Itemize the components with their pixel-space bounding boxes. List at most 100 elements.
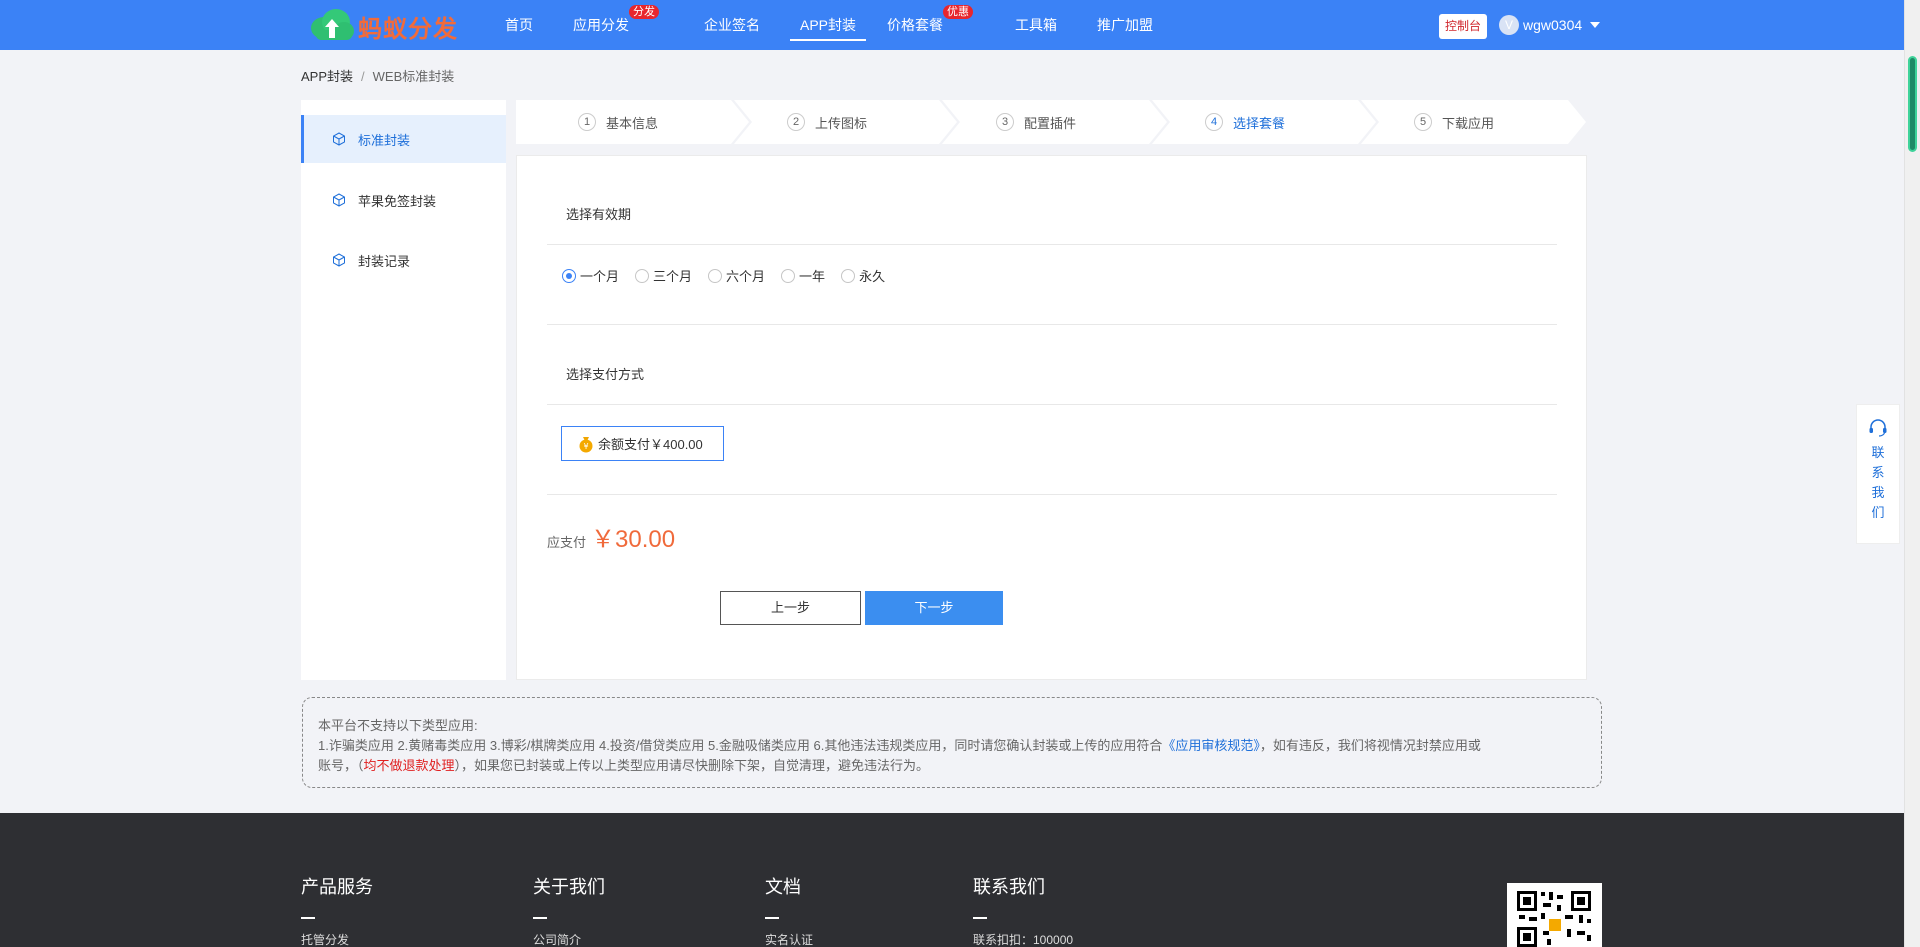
footer-col-docs: 文档 实名认证	[765, 873, 813, 947]
radio-dot	[841, 268, 856, 283]
step-label: 配置插件	[1024, 115, 1077, 131]
footer-col-title: 文档	[765, 877, 801, 897]
balance-payment-label: 余额支付￥400.00	[598, 437, 703, 452]
step-number: 4	[1205, 113, 1223, 131]
notice-text: ，如有违反，我们将视情况封禁应用或	[1259, 738, 1481, 753]
cloud-upload-logo-icon	[311, 9, 354, 40]
footer-link[interactable]: 公司简介	[533, 931, 605, 947]
radio-dot	[781, 268, 796, 283]
footer-divider	[765, 917, 779, 919]
breadcrumb-current: WEB标准封装	[372, 69, 455, 84]
radio-three-months[interactable]: 三个月	[635, 266, 692, 285]
payment-title: 选择支付方式	[566, 367, 645, 382]
nav-enterprise-sign[interactable]: 企业签名	[704, 0, 760, 50]
nav-app-package-label: APP封装	[800, 17, 857, 33]
step-download-app: 5 下载应用	[1414, 100, 1495, 144]
footer: 产品服务 托管分发 关于我们 公司简介 文档 实名认证 联系我们 联系扣扣：10…	[0, 813, 1904, 947]
contact-us-label: 联系我们	[1871, 445, 1885, 520]
nav-home-label: 首页	[505, 17, 533, 33]
sidebar: 标准封装 苹果免签封装 封装记录	[301, 100, 506, 680]
breadcrumb-root[interactable]: APP封装	[301, 69, 353, 84]
review-guidelines-link[interactable]: 《应用审核规范》	[1162, 738, 1260, 753]
notice-text: ），如果您已封装或上传以上类型应用请尽快删除下架，自觉清理，避免违法行为。	[454, 758, 930, 773]
amount-due: 应支付 ￥30.00	[547, 519, 675, 554]
nav-home[interactable]: 首页	[505, 0, 533, 50]
divider	[547, 324, 1557, 325]
radio-label: 永久	[859, 269, 886, 284]
notice-line-3: 账号，（均不做退款处理），如果您已封装或上传以上类型应用请尽快删除下架，自觉清理…	[318, 756, 1586, 776]
radio-one-month[interactable]: 一个月	[562, 266, 619, 285]
top-navbar: 蚂蚁分发 首页 应用分发 分发 企业签名 APP封装 价格套餐 优惠 工具箱 推广加…	[0, 0, 1904, 50]
console-button[interactable]: 控制台	[1439, 14, 1488, 39]
notice-line-2: 1.诈骗类应用 2.黄赌毒类应用 3.博彩/棋牌类应用 4.投资/借贷类应用 5…	[318, 736, 1586, 756]
qr-code	[1507, 883, 1602, 947]
radio-dot	[635, 268, 650, 283]
radio-label: 六个月	[726, 269, 766, 284]
footer-divider	[301, 917, 315, 919]
main-nav: 首页 应用分发 分发 企业签名 APP封装 价格套餐 优惠 工具箱 推广加盟	[505, 0, 1153, 50]
nav-app-package[interactable]: APP封装	[789, 0, 867, 50]
logo-text: 蚂蚁分发	[358, 15, 458, 43]
sidebar-item-label: 苹果免签封装	[358, 193, 437, 209]
page-scrollbar[interactable]	[1904, 0, 1920, 947]
nav-toolbox-label: 工具箱	[1015, 17, 1058, 33]
cube-icon	[333, 132, 345, 146]
radio-label: 一年	[799, 269, 826, 284]
radio-permanent[interactable]: 永久	[841, 266, 885, 285]
notice-text: 账号，（	[318, 758, 364, 773]
no-refund-warning: 均不做退款处理	[363, 758, 455, 773]
sidebar-item-label: 标准封装	[358, 132, 411, 148]
step-label: 基本信息	[606, 115, 659, 131]
prev-step-button[interactable]: 上一步	[720, 591, 861, 625]
footer-divider	[973, 917, 987, 919]
policy-notice: 本平台不支持以下类型应用: 1.诈骗类应用 2.黄赌毒类应用 3.博彩/棋牌类应…	[302, 697, 1602, 788]
footer-col-about: 关于我们 公司简介	[533, 873, 605, 947]
nav-pricing-label: 价格套餐	[887, 17, 944, 33]
radio-label: 一个月	[580, 269, 620, 284]
logo[interactable]: 蚂蚁分发	[308, 6, 458, 46]
nav-promotion[interactable]: 推广加盟	[1097, 0, 1153, 50]
divider	[547, 404, 1557, 405]
breadcrumb: APP封装 / WEB标准封装	[301, 66, 454, 85]
radio-one-year[interactable]: 一年	[781, 266, 825, 285]
amount-due-label: 应支付	[547, 535, 587, 550]
divider	[547, 244, 1557, 245]
step-number: 3	[996, 113, 1014, 131]
headset-icon	[1869, 419, 1887, 437]
plan-panel: 选择有效期 一个月 三个月 六个月 一年 永久 选择支付方式 ¥ 余额支付￥40…	[516, 155, 1587, 680]
step-label: 选择套餐	[1233, 115, 1286, 131]
nav-app-distribution[interactable]: 应用分发 分发	[573, 0, 659, 50]
user-menu[interactable]: V wgw0304	[1499, 15, 1601, 35]
breadcrumb-separator: /	[361, 69, 365, 84]
radio-label: 三个月	[653, 269, 693, 284]
nav-app-distribution-label: 应用分发	[573, 17, 629, 33]
footer-contact-qq: 联系扣扣：100000	[973, 933, 1074, 947]
sidebar-item-standard-package[interactable]: 标准封装	[301, 115, 506, 163]
footer-link[interactable]: 托管分发	[301, 931, 373, 947]
divider	[547, 494, 1557, 495]
notice-line-1: 本平台不支持以下类型应用:	[318, 718, 478, 733]
cube-icon	[333, 193, 345, 207]
sidebar-item-package-records[interactable]: 封装记录	[301, 236, 506, 284]
radio-dot	[708, 268, 723, 283]
sidebar-item-apple-free-sign[interactable]: 苹果免签封装	[301, 176, 506, 224]
nav-enterprise-sign-label: 企业签名	[704, 17, 760, 33]
svg-text:¥: ¥	[583, 442, 588, 451]
step-number: 2	[787, 113, 805, 131]
scrollbar-thumb[interactable]	[1908, 56, 1917, 152]
radio-six-months[interactable]: 六个月	[708, 266, 765, 285]
step-progress: 1 基本信息 2 上传图标 3 配置插件 4 选择套餐 5 下载应用	[516, 100, 1586, 144]
nav-toolbox[interactable]: 工具箱	[1015, 0, 1057, 50]
step-choose-plan: 4 选择套餐	[1205, 100, 1286, 144]
validity-title: 选择有效期	[566, 207, 632, 222]
nav-pricing[interactable]: 价格套餐 优惠	[887, 0, 974, 50]
qr-code-icon	[1517, 891, 1591, 947]
footer-divider	[533, 917, 547, 919]
avatar: V	[1499, 15, 1519, 35]
next-step-button[interactable]: 下一步	[865, 591, 1003, 625]
chevron-down-icon	[1590, 22, 1601, 28]
validity-radio-group: 一个月 三个月 六个月 一年 永久	[562, 266, 901, 285]
footer-link[interactable]: 实名认证	[765, 931, 813, 947]
contact-us-float[interactable]: 联系我们	[1856, 404, 1900, 544]
balance-payment-option[interactable]: ¥ 余额支付￥400.00	[561, 426, 724, 461]
